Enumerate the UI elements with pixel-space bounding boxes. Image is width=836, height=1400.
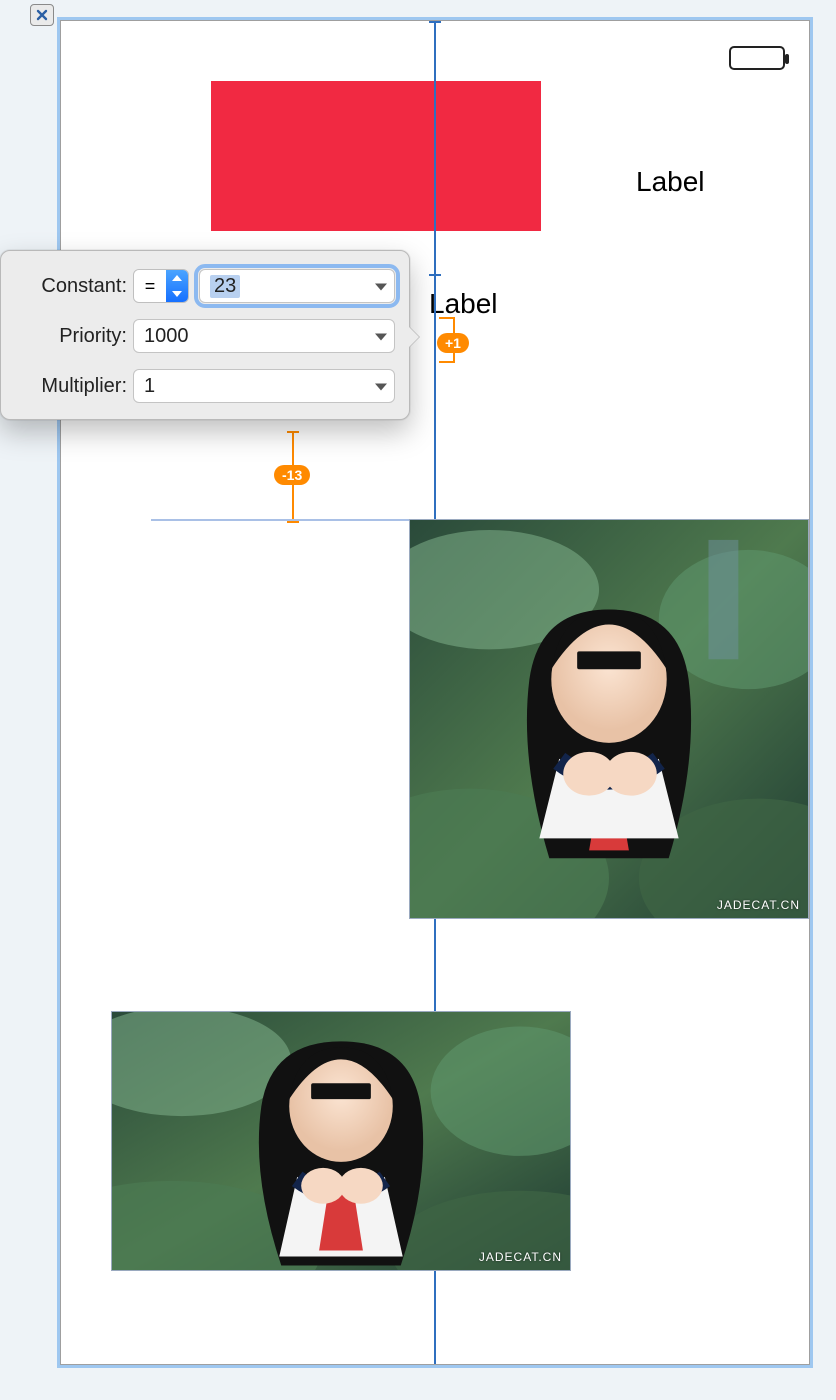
image-view-1[interactable]: JADECAT.CN (409, 519, 809, 919)
chevron-down-icon (374, 325, 388, 348)
priority-combo[interactable]: 1000 (133, 319, 395, 353)
multiplier-value: 1 (144, 375, 155, 398)
chevron-down-icon (374, 275, 388, 298)
device-canvas[interactable]: Label Label +1 -13 (60, 20, 810, 1365)
constraint-guide-top[interactable] (434, 21, 436, 276)
multiplier-combo[interactable]: 1 (133, 369, 395, 403)
constant-row: Constant: = 23 (15, 263, 395, 309)
chevron-down-icon (374, 375, 388, 398)
red-view[interactable] (211, 81, 541, 231)
priority-value: 1000 (144, 325, 189, 348)
constant-value: 23 (210, 275, 240, 298)
relation-popup-button[interactable]: = (133, 269, 189, 303)
multiplier-label: Multiplier: (15, 375, 133, 398)
priority-row: Priority: 1000 (15, 313, 395, 359)
relation-value: = (134, 270, 166, 302)
constraint-badge-plus1[interactable]: +1 (437, 333, 469, 353)
close-icon[interactable] (30, 4, 54, 26)
image-watermark: JADECAT.CN (479, 1250, 562, 1264)
priority-label: Priority: (15, 325, 133, 348)
uilabel-2[interactable]: Label (429, 288, 498, 320)
updown-icon (166, 270, 188, 302)
interface-builder-canvas-area: Label Label +1 -13 (0, 0, 836, 1400)
constant-label: Constant: (15, 275, 133, 298)
multiplier-row: Multiplier: 1 (15, 363, 395, 409)
image-watermark: JADECAT.CN (717, 898, 800, 912)
constraint-badge-minus13[interactable]: -13 (274, 465, 310, 485)
uilabel-1[interactable]: Label (636, 166, 705, 198)
image-view-2[interactable]: JADECAT.CN (111, 1011, 571, 1271)
constraint-editor-popover: Constant: = 23 Priority: 1000 Multiplier… (0, 250, 410, 420)
constant-combo[interactable]: 23 (199, 269, 395, 303)
battery-icon (729, 46, 785, 70)
